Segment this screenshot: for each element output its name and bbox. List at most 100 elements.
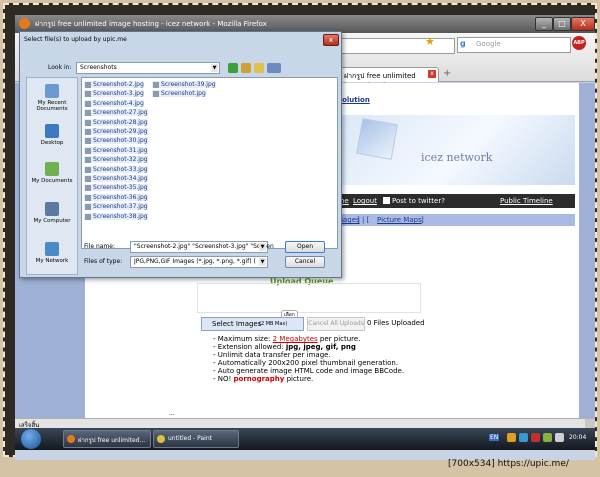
start-orb-icon[interactable] — [21, 429, 41, 449]
look-in-select[interactable]: Screenshots ▼ — [76, 62, 220, 74]
twitter-checkbox[interactable] — [383, 197, 390, 204]
max-size-link[interactable]: 2 Megabytes — [273, 335, 318, 343]
files-of-type-select[interactable]: JPG,PNG,GIF Images (*.jpg, *.png, *.gif)… — [130, 256, 268, 268]
tray-icon-2[interactable] — [519, 433, 528, 442]
system-tray: EN 20:04 — [489, 430, 593, 446]
site-logo: icez network — [421, 151, 493, 164]
back-icon[interactable] — [228, 63, 238, 73]
view-menu-icon[interactable] — [267, 63, 281, 73]
rule-thumbnail: - Automatically 200x200 pixel thumbnail … — [213, 359, 399, 367]
post-twitter-label: Post to twitter? — [392, 197, 445, 205]
rule-extensions: - Extension allowed: jpg, jpeg, gif, png — [213, 343, 356, 351]
band-separator: ] | [ — [357, 216, 370, 224]
file-list-item[interactable]: Screenshot-28.jpg — [84, 118, 148, 126]
file-list-item[interactable]: Screenshot-33.jpg — [84, 165, 148, 173]
file-list-item[interactable]: Screenshot-32.jpg — [84, 156, 148, 164]
my-documents-icon — [45, 162, 59, 176]
tray-icon-3[interactable] — [531, 433, 540, 442]
place-my-documents[interactable]: My Documents — [27, 162, 77, 186]
logout-link[interactable]: Logout — [353, 197, 377, 205]
taskbar-firefox[interactable]: ฝากรูป free unlimited... — [63, 430, 151, 448]
chevron-down-icon: ▼ — [259, 243, 266, 251]
rule-max-size: - Maximum size: 2 Megabytes per picture. — [213, 335, 361, 343]
tray-icon-4[interactable] — [543, 433, 552, 442]
desktop-icon — [45, 124, 59, 138]
look-in-label: Look in: — [48, 64, 72, 71]
google-icon: g — [460, 39, 466, 48]
my-computer-icon — [45, 202, 59, 216]
files-of-type-label: Files of type: — [84, 258, 123, 265]
volume-icon[interactable] — [555, 433, 564, 442]
places-bar: My Recent Documents Desktop My Documents… — [26, 77, 78, 275]
file-list-item[interactable]: Screenshot-27.jpg — [84, 109, 148, 117]
cancel-button[interactable]: Cancel — [285, 256, 325, 268]
browser-title: ฝากรูป free unlimited image hosting - ic… — [35, 20, 267, 28]
browser-tab[interactable]: ฝากรูป free unlimited image hostin... x — [333, 67, 439, 90]
clock[interactable]: 20:04 — [569, 434, 586, 441]
dialog-close-button[interactable]: x — [323, 34, 339, 46]
up-folder-icon[interactable] — [241, 63, 251, 73]
dialog-title: Select file(s) to upload by upic.me — [24, 36, 127, 43]
rule-transfer: - Unlimit data transfer per image. — [213, 351, 331, 359]
file-list-item[interactable]: Screenshot-2.jpg — [84, 81, 144, 88]
file-list-item[interactable]: Screenshot-35.jpg — [84, 184, 148, 192]
new-folder-icon[interactable] — [254, 63, 264, 73]
tray-icon-1[interactable] — [507, 433, 516, 442]
firefox-icon — [19, 18, 30, 29]
file-list-item[interactable]: Screenshot.jpg — [152, 90, 206, 98]
new-tab-button[interactable]: + — [443, 68, 451, 79]
picture-maps-link[interactable]: Picture Maps — [377, 216, 422, 224]
rule-no-porn: - NO! pornography picture. — [213, 375, 314, 383]
menu-band: ry images ] | [ Picture Maps ] — [325, 214, 575, 226]
files-uploaded-count: 0 Files Uploaded — [367, 319, 425, 327]
taskbar-paint[interactable]: untitled - Paint — [153, 430, 239, 448]
file-list-item[interactable]: Screenshot-30.jpg — [84, 137, 148, 145]
site-banner: icez network — [325, 115, 575, 185]
image-credit: [700x534] https://upic.me/ — [448, 459, 569, 469]
file-list-item[interactable]: Screenshot-3.jpg — [84, 90, 144, 98]
maximize-button[interactable]: □ — [553, 17, 571, 31]
file-list-item[interactable]: Screenshot-37.jpg — [84, 203, 148, 211]
upload-queue-box — [197, 283, 421, 313]
minimize-button[interactable]: _ — [535, 17, 553, 31]
adblock-icon[interactable]: ABP — [572, 36, 586, 50]
rule-code: - Auto generate image HTML code and imag… — [213, 367, 405, 375]
max-size-note: (2 MB Max) — [259, 321, 288, 327]
file-name-label: File name: — [84, 243, 115, 250]
file-name-input[interactable]: "Screenshot-2.jpg" "Screenshot-3.jpg" "S… — [130, 241, 274, 253]
file-list-item[interactable]: Screenshot-38.jpg — [84, 212, 148, 220]
user-navbar: Home Logout Post to twitter? Public Time… — [325, 194, 575, 208]
open-button[interactable]: Open — [285, 241, 325, 253]
language-indicator[interactable]: EN — [489, 434, 500, 441]
select-images-button[interactable]: Select Images (2 MB Max) — [201, 317, 304, 331]
firefox-task-icon — [67, 435, 75, 443]
file-list-item[interactable]: Screenshot-34.jpg — [84, 175, 148, 182]
file-list-item[interactable]: Screenshot-4.jpg — [84, 99, 144, 107]
banner-graphic — [356, 118, 398, 160]
file-list-item[interactable]: Screenshot-31.jpg — [84, 146, 148, 154]
bookmark-star-icon[interactable]: ★ — [425, 35, 435, 48]
file-list-item[interactable]: Screenshot-39.jpg — [152, 81, 216, 88]
place-recent-documents[interactable]: My Recent Documents — [27, 84, 77, 114]
taskbar-firefox-label: ฝากรูป free unlimited... — [78, 437, 146, 444]
select-images-label: Select Images — [212, 320, 262, 328]
place-my-computer[interactable]: My Computer — [27, 202, 77, 226]
page-footer-text: ... — [169, 410, 175, 417]
look-in-value: Screenshots — [80, 64, 117, 71]
close-button[interactable]: X — [571, 17, 595, 31]
file-upload-dialog: Select file(s) to upload by upic.me x Lo… — [19, 31, 342, 278]
file-list-item[interactable]: Screenshot-29.jpg — [84, 128, 148, 135]
chevron-down-icon: ▼ — [259, 258, 266, 266]
recent-documents-icon — [45, 84, 59, 98]
place-desktop[interactable]: Desktop — [27, 124, 77, 148]
tab-close-icon[interactable]: x — [428, 70, 436, 78]
public-timeline-link[interactable]: Public Timeline — [500, 197, 553, 205]
file-list-item[interactable]: Screenshot-36.jpg — [84, 193, 148, 201]
band-end: ] — [421, 216, 424, 224]
search-placeholder: Google — [476, 40, 501, 48]
cancel-all-button[interactable]: Cancel All Uploads — [307, 317, 365, 331]
page-right-margin — [579, 83, 595, 418]
search-input[interactable]: g Google — [457, 37, 571, 53]
place-my-network[interactable]: My Network — [27, 242, 77, 266]
photo-frame: ฝากรูป free unlimited image hosting - ic… — [3, 3, 597, 460]
